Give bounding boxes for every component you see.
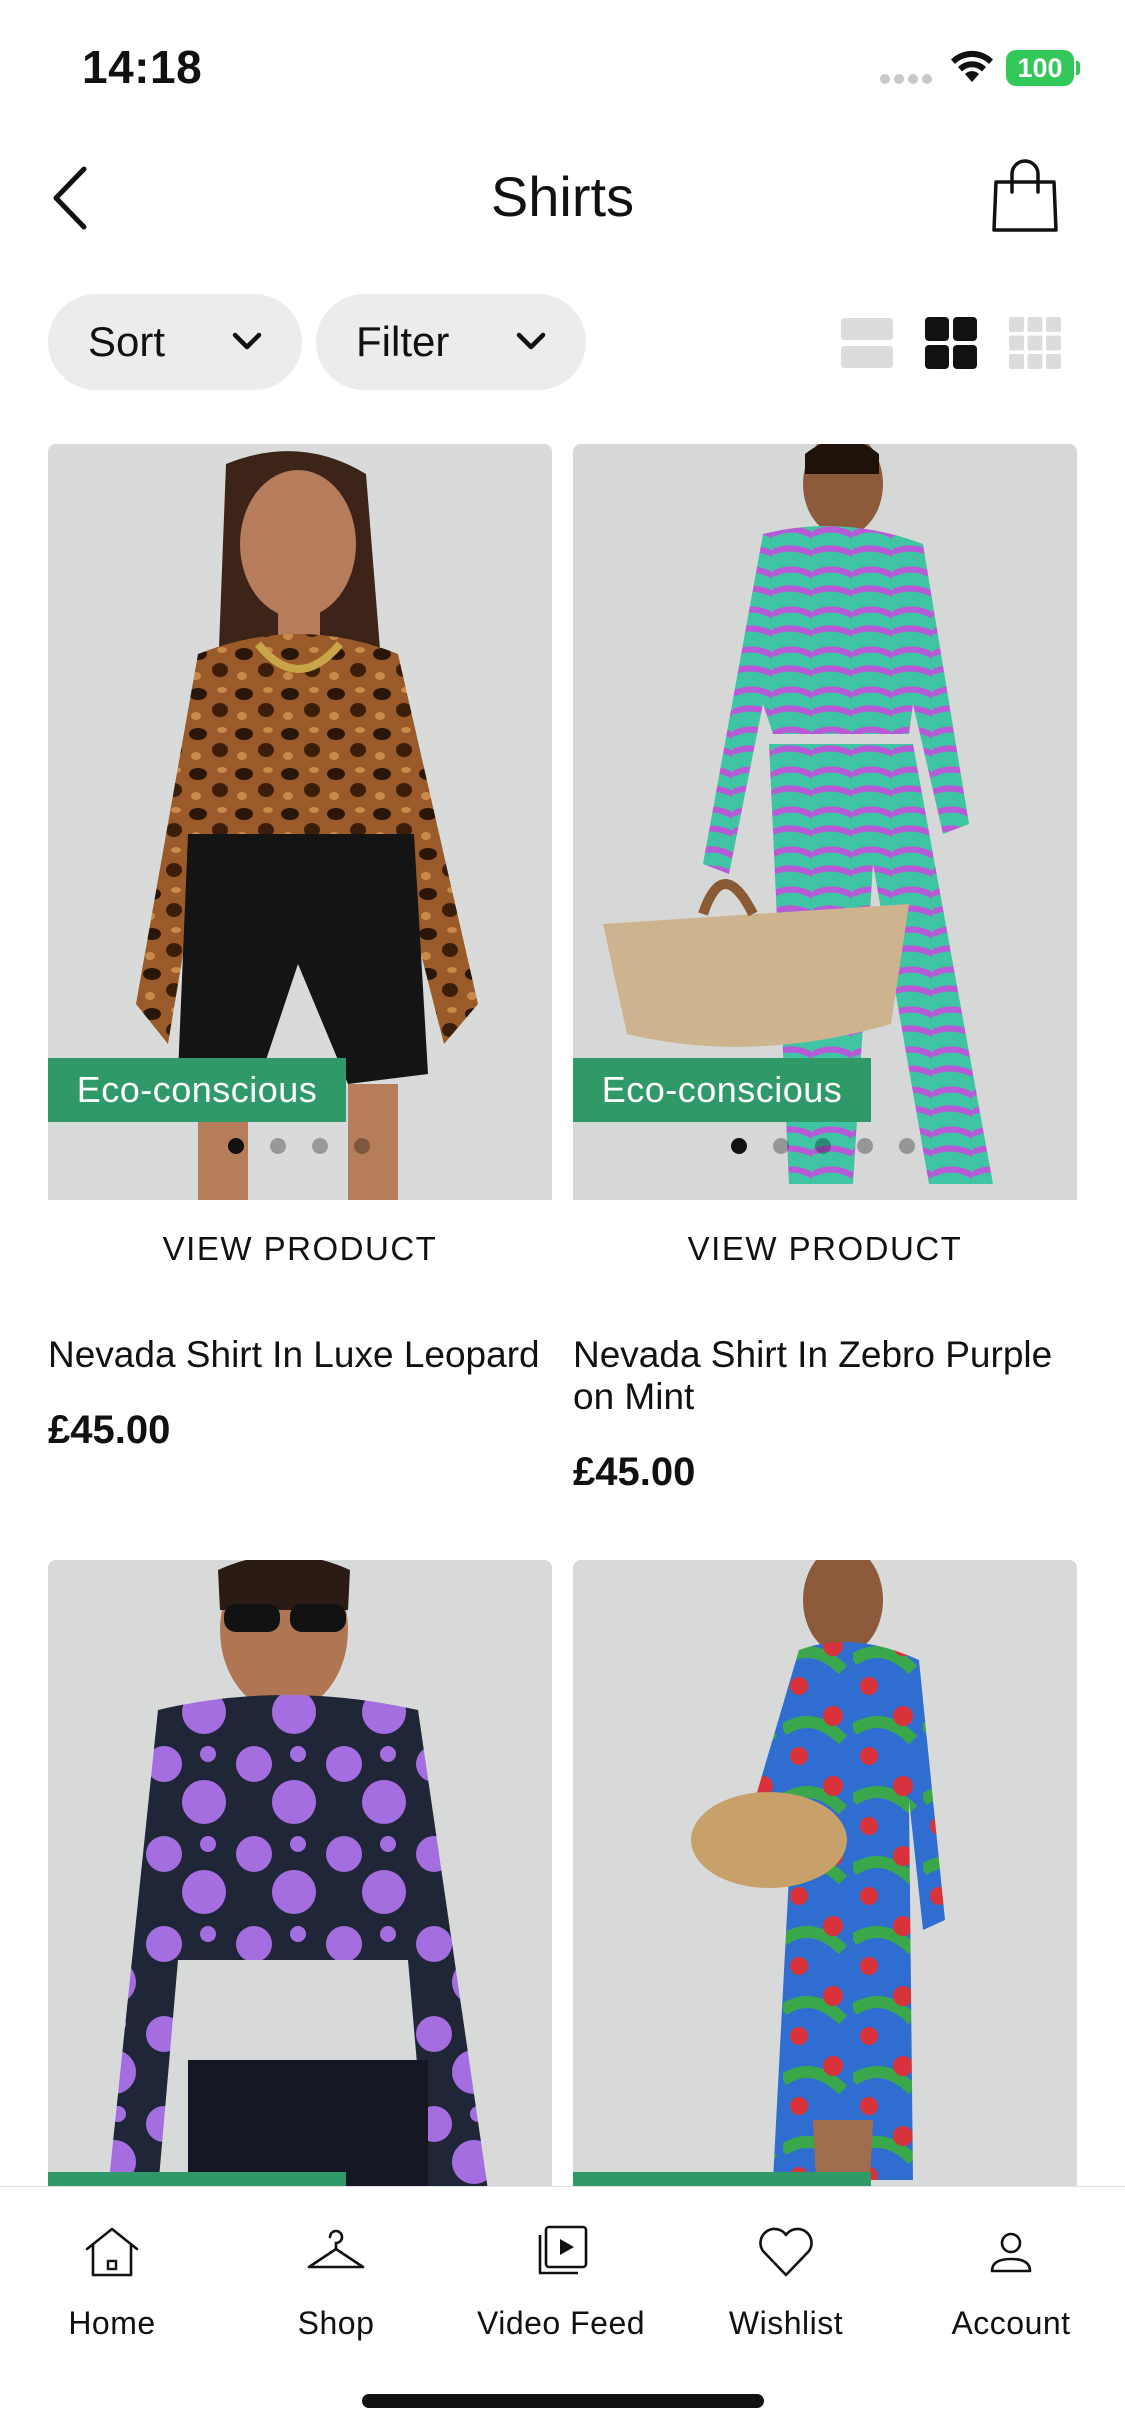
three-column-view-icon[interactable] [1008, 316, 1062, 370]
tab-account[interactable]: Account [911, 2221, 1111, 2351]
tab-wishlist[interactable]: Wishlist [686, 2221, 886, 2351]
tab-label: Home [68, 2305, 156, 2341]
cellular-signal-icon [880, 74, 932, 84]
account-icon [990, 2232, 1032, 2273]
wifi-icon [951, 50, 993, 82]
image-carousel-dots[interactable] [731, 1138, 915, 1154]
eco-conscious-badge: Eco-conscious [573, 1058, 871, 1122]
battery-icon: 100 [1006, 50, 1080, 86]
video-feed-icon [538, 2225, 588, 2275]
view-product-link[interactable]: VIEW PRODUCT [573, 1230, 1077, 1268]
two-column-view-icon[interactable] [924, 316, 978, 370]
sort-button[interactable]: Sort [48, 294, 302, 390]
page-title: Shirts [490, 165, 635, 228]
filter-button[interactable]: Filter [316, 294, 586, 390]
status-time: 14:18 [82, 41, 203, 93]
chevron-down-icon [232, 332, 262, 350]
eco-conscious-badge: Eco-conscious [48, 1058, 346, 1122]
hanger-icon [307, 2229, 365, 2269]
filter-label: Filter [356, 318, 450, 365]
product-name[interactable]: Nevada Shirt In Luxe Leopard [48, 1334, 558, 1376]
view-product-link[interactable]: VIEW PRODUCT [48, 1230, 552, 1268]
battery-level: 100 [1006, 50, 1074, 86]
chevron-down-icon [516, 332, 546, 350]
product-price: £45.00 [48, 1408, 171, 1452]
tab-label: Video Feed [476, 2305, 646, 2341]
home-icon [85, 2227, 139, 2277]
image-carousel-dots[interactable] [228, 1138, 370, 1154]
tab-home[interactable]: Home [12, 2221, 212, 2351]
product-name[interactable]: Nevada Shirt In Zebro Purple on Mint [573, 1334, 1083, 1418]
tab-label: Account [951, 2305, 1071, 2341]
tab-label: Wishlist [728, 2305, 844, 2341]
tab-shop[interactable]: Shop [236, 2221, 436, 2351]
heart-icon [759, 2227, 813, 2277]
tab-video-feed[interactable]: Video Feed [461, 2221, 661, 2351]
tab-label: Shop [297, 2305, 375, 2341]
single-column-view-icon[interactable] [840, 316, 894, 370]
product-price: £45.00 [573, 1450, 696, 1494]
shopping-bag-button[interactable] [990, 158, 1060, 234]
home-indicator[interactable] [362, 2394, 764, 2408]
sort-label: Sort [88, 318, 166, 365]
shopping-bag-icon [992, 159, 1058, 232]
